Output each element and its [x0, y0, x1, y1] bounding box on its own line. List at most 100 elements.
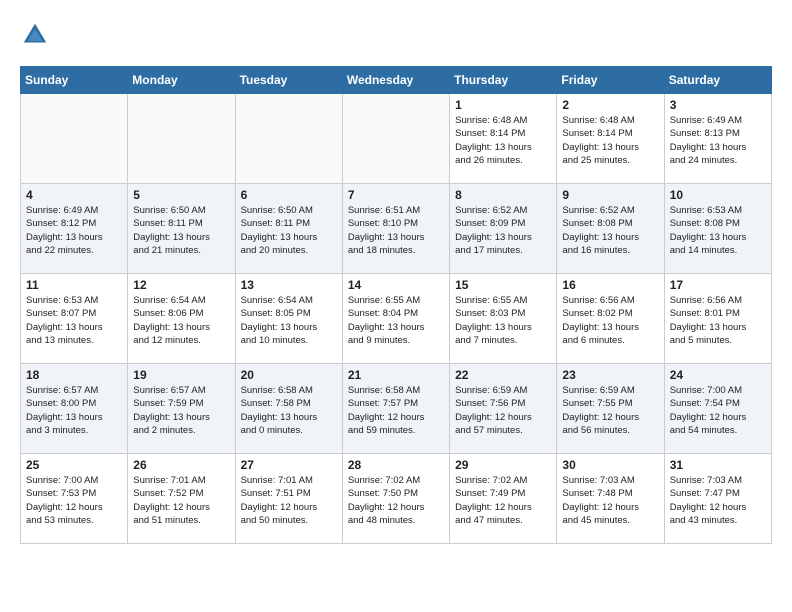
col-header-tuesday: Tuesday [235, 67, 342, 94]
col-header-thursday: Thursday [450, 67, 557, 94]
calendar-cell: 7 Sunrise: 6:51 AM Sunset: 8:10 PM Daylig… [342, 184, 449, 274]
calendar-cell: 3 Sunrise: 6:49 AM Sunset: 8:13 PM Daylig… [664, 94, 771, 184]
day-number: 24 [670, 368, 766, 382]
calendar-cell: 31 Sunrise: 7:03 AM Sunset: 7:47 PM Dayli… [664, 454, 771, 544]
day-number: 5 [133, 188, 229, 202]
day-number: 19 [133, 368, 229, 382]
day-number: 31 [670, 458, 766, 472]
calendar-row-3: 11 Sunrise: 6:53 AM Sunset: 8:07 PM Dayli… [21, 274, 772, 364]
day-info: Sunrise: 6:57 AM Sunset: 7:59 PM Dayligh… [133, 384, 229, 437]
day-info: Sunrise: 6:56 AM Sunset: 8:01 PM Dayligh… [670, 294, 766, 347]
calendar-cell: 13 Sunrise: 6:54 AM Sunset: 8:05 PM Dayli… [235, 274, 342, 364]
day-info: Sunrise: 7:02 AM Sunset: 7:50 PM Dayligh… [348, 474, 444, 527]
calendar-cell: 21 Sunrise: 6:58 AM Sunset: 7:57 PM Dayli… [342, 364, 449, 454]
calendar-cell: 9 Sunrise: 6:52 AM Sunset: 8:08 PM Daylig… [557, 184, 664, 274]
page-header [20, 20, 772, 50]
day-info: Sunrise: 6:53 AM Sunset: 8:07 PM Dayligh… [26, 294, 122, 347]
calendar-table: SundayMondayTuesdayWednesdayThursdayFrid… [20, 66, 772, 544]
day-number: 6 [241, 188, 337, 202]
calendar-row-5: 25Sunrise: 7:00 AM Sunset: 7:53 PM Dayli… [21, 454, 772, 544]
day-number: 9 [562, 188, 658, 202]
calendar-cell: 24 Sunrise: 7:00 AM Sunset: 7:54 PM Dayli… [664, 364, 771, 454]
day-info: Sunrise: 6:56 AM Sunset: 8:02 PM Dayligh… [562, 294, 658, 347]
day-info: Sunrise: 6:57 AM Sunset: 8:00 PM Dayligh… [26, 384, 122, 437]
day-info: Sunrise: 6:54 AM Sunset: 8:05 PM Dayligh… [241, 294, 337, 347]
day-info: Sunrise: 6:54 AM Sunset: 8:06 PM Dayligh… [133, 294, 229, 347]
day-info: Sunrise: 6:51 AM Sunset: 8:10 PM Dayligh… [348, 204, 444, 257]
calendar-cell: 1 Sunrise: 6:48 AM Sunset: 8:14 PM Daylig… [450, 94, 557, 184]
day-number: 21 [348, 368, 444, 382]
calendar-cell: 8Sunrise: 6:52 AM Sunset: 8:09 PM Daylig… [450, 184, 557, 274]
day-number: 15 [455, 278, 551, 292]
day-number: 29 [455, 458, 551, 472]
day-number: 23 [562, 368, 658, 382]
col-header-sunday: Sunday [21, 67, 128, 94]
day-info: Sunrise: 6:53 AM Sunset: 8:08 PM Dayligh… [670, 204, 766, 257]
day-number: 27 [241, 458, 337, 472]
calendar-cell: 14 Sunrise: 6:55 AM Sunset: 8:04 PM Dayli… [342, 274, 449, 364]
day-number: 13 [241, 278, 337, 292]
day-number: 14 [348, 278, 444, 292]
day-info: Sunrise: 6:48 AM Sunset: 8:14 PM Dayligh… [455, 114, 551, 167]
calendar-cell: 12 Sunrise: 6:54 AM Sunset: 8:06 PM Dayli… [128, 274, 235, 364]
day-info: Sunrise: 6:48 AM Sunset: 8:14 PM Dayligh… [562, 114, 658, 167]
day-info: Sunrise: 6:59 AM Sunset: 7:55 PM Dayligh… [562, 384, 658, 437]
calendar-cell: 16 Sunrise: 6:56 AM Sunset: 8:02 PM Dayli… [557, 274, 664, 364]
day-info: Sunrise: 6:49 AM Sunset: 8:12 PM Dayligh… [26, 204, 122, 257]
day-info: Sunrise: 6:50 AM Sunset: 8:11 PM Dayligh… [241, 204, 337, 257]
calendar-cell [235, 94, 342, 184]
day-number: 4 [26, 188, 122, 202]
day-info: Sunrise: 7:03 AM Sunset: 7:47 PM Dayligh… [670, 474, 766, 527]
calendar-cell: 30 Sunrise: 7:03 AM Sunset: 7:48 PM Dayli… [557, 454, 664, 544]
calendar-cell: 22Sunrise: 6:59 AM Sunset: 7:56 PM Dayli… [450, 364, 557, 454]
day-number: 18 [26, 368, 122, 382]
day-info: Sunrise: 6:49 AM Sunset: 8:13 PM Dayligh… [670, 114, 766, 167]
day-number: 16 [562, 278, 658, 292]
logo [20, 20, 54, 50]
calendar-cell: 23 Sunrise: 6:59 AM Sunset: 7:55 PM Dayli… [557, 364, 664, 454]
day-number: 1 [455, 98, 551, 112]
calendar-cell: 27 Sunrise: 7:01 AM Sunset: 7:51 PM Dayli… [235, 454, 342, 544]
calendar-cell: 15 Sunrise: 6:55 AM Sunset: 8:03 PM Dayli… [450, 274, 557, 364]
calendar-cell [21, 94, 128, 184]
day-info: Sunrise: 7:00 AM Sunset: 7:54 PM Dayligh… [670, 384, 766, 437]
day-info: Sunrise: 6:58 AM Sunset: 7:57 PM Dayligh… [348, 384, 444, 437]
logo-icon [20, 20, 50, 50]
calendar-row-4: 18 Sunrise: 6:57 AM Sunset: 8:00 PM Dayli… [21, 364, 772, 454]
calendar-cell: 29 Sunrise: 7:02 AM Sunset: 7:49 PM Dayli… [450, 454, 557, 544]
day-number: 10 [670, 188, 766, 202]
day-number: 7 [348, 188, 444, 202]
calendar-cell [128, 94, 235, 184]
calendar-cell [342, 94, 449, 184]
day-info: Sunrise: 6:55 AM Sunset: 8:03 PM Dayligh… [455, 294, 551, 347]
calendar-cell: 2Sunrise: 6:48 AM Sunset: 8:14 PM Daylig… [557, 94, 664, 184]
day-info: Sunrise: 6:52 AM Sunset: 8:08 PM Dayligh… [562, 204, 658, 257]
calendar-cell: 26 Sunrise: 7:01 AM Sunset: 7:52 PM Dayli… [128, 454, 235, 544]
day-number: 11 [26, 278, 122, 292]
day-info: Sunrise: 7:01 AM Sunset: 7:52 PM Dayligh… [133, 474, 229, 527]
calendar-cell: 20Sunrise: 6:58 AM Sunset: 7:58 PM Dayli… [235, 364, 342, 454]
calendar-cell: 5Sunrise: 6:50 AM Sunset: 8:11 PM Daylig… [128, 184, 235, 274]
day-info: Sunrise: 6:55 AM Sunset: 8:04 PM Dayligh… [348, 294, 444, 347]
calendar-cell: 18 Sunrise: 6:57 AM Sunset: 8:00 PM Dayli… [21, 364, 128, 454]
calendar-cell: 11 Sunrise: 6:53 AM Sunset: 8:07 PM Dayli… [21, 274, 128, 364]
day-info: Sunrise: 7:01 AM Sunset: 7:51 PM Dayligh… [241, 474, 337, 527]
day-number: 12 [133, 278, 229, 292]
calendar-cell: 10 Sunrise: 6:53 AM Sunset: 8:08 PM Dayli… [664, 184, 771, 274]
day-number: 26 [133, 458, 229, 472]
day-number: 22 [455, 368, 551, 382]
calendar-header-row: SundayMondayTuesdayWednesdayThursdayFrid… [21, 67, 772, 94]
day-number: 30 [562, 458, 658, 472]
day-info: Sunrise: 6:52 AM Sunset: 8:09 PM Dayligh… [455, 204, 551, 257]
col-header-wednesday: Wednesday [342, 67, 449, 94]
day-info: Sunrise: 7:02 AM Sunset: 7:49 PM Dayligh… [455, 474, 551, 527]
day-number: 20 [241, 368, 337, 382]
calendar-cell: 6 Sunrise: 6:50 AM Sunset: 8:11 PM Daylig… [235, 184, 342, 274]
day-info: Sunrise: 7:00 AM Sunset: 7:53 PM Dayligh… [26, 474, 122, 527]
calendar-cell: 4 Sunrise: 6:49 AM Sunset: 8:12 PM Daylig… [21, 184, 128, 274]
day-info: Sunrise: 7:03 AM Sunset: 7:48 PM Dayligh… [562, 474, 658, 527]
col-header-saturday: Saturday [664, 67, 771, 94]
day-number: 28 [348, 458, 444, 472]
day-number: 3 [670, 98, 766, 112]
calendar-cell: 19 Sunrise: 6:57 AM Sunset: 7:59 PM Dayli… [128, 364, 235, 454]
